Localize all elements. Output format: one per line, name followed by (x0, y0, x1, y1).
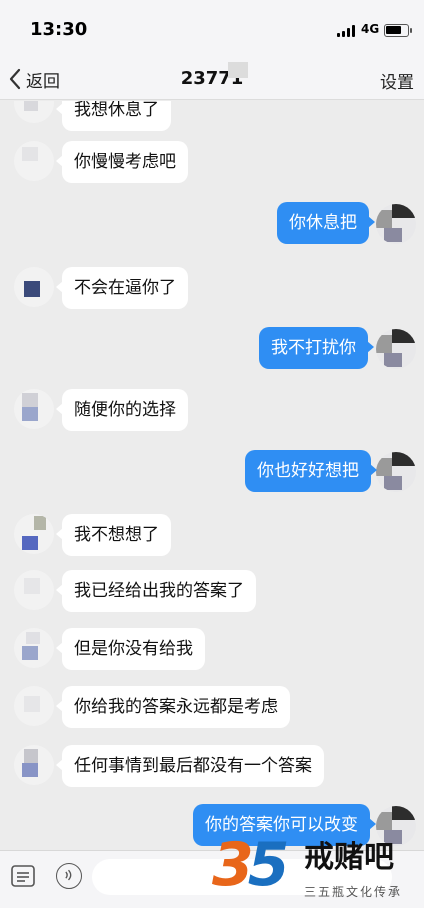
incoming-message[interactable]: 你慢慢考虑吧 (56, 141, 188, 183)
watermark-tagline: 三五瓶文化传承 (304, 885, 403, 899)
message-row: 你慢慢考虑吧 (0, 141, 424, 187)
message-row: 你也好好想把 (0, 450, 424, 496)
avatar-mosaic (24, 281, 40, 297)
contact-avatar[interactable] (14, 514, 54, 554)
contact-avatar[interactable] (14, 628, 54, 668)
incoming-message[interactable]: 随便你的选择 (56, 389, 188, 431)
avatar-mosaic (24, 101, 38, 111)
message-row: 不会在逼你了 (0, 267, 424, 313)
avatar-mosaic (376, 812, 392, 830)
voice-icon[interactable] (56, 863, 82, 889)
message-row: 我不想想了 (0, 514, 424, 560)
outgoing-message[interactable]: 你休息把 (277, 202, 375, 244)
contact-avatar[interactable] (14, 745, 54, 785)
avatar-mosaic (384, 353, 402, 367)
contact-avatar[interactable] (14, 267, 54, 307)
contact-avatar[interactable] (14, 570, 54, 610)
watermark-digit-5: 5 (247, 830, 290, 900)
network-type: 4G (361, 22, 380, 36)
my-avatar[interactable] (376, 204, 416, 244)
message-row: 任何事情到最后都没有一个答案 (0, 745, 424, 791)
status-time: 13:30 (30, 19, 88, 40)
avatar-mosaic (22, 646, 38, 660)
incoming-message[interactable]: 你给我的答案永远都是考虑 (56, 686, 290, 728)
watermark-number: 35 (212, 830, 290, 900)
contact-avatar[interactable] (14, 141, 54, 181)
incoming-message[interactable]: 不会在逼你了 (56, 267, 188, 309)
contact-avatar[interactable] (14, 686, 54, 726)
message-row: 你休息把 (0, 202, 424, 248)
settings-button[interactable]: 设置 (380, 68, 414, 93)
avatar-mosaic (24, 749, 38, 763)
incoming-message[interactable]: 任何事情到最后都没有一个答案 (56, 745, 324, 787)
nav-bar: 返回 23771 设置 (0, 58, 424, 100)
keyboard-icon[interactable] (10, 863, 36, 889)
message-row: 我不打扰你 (0, 327, 424, 373)
message-row: 但是你没有给我 (0, 628, 424, 674)
my-avatar[interactable] (376, 452, 416, 492)
watermark-name: 戒赌吧 (304, 840, 394, 875)
status-bar: 13:30 4G (0, 0, 424, 58)
chat-title: 23771 (180, 68, 244, 89)
avatar-mosaic (22, 393, 38, 407)
avatar-mosaic (24, 578, 40, 594)
message-row: 你给我的答案永远都是考虑 (0, 686, 424, 732)
avatar-mosaic (22, 763, 38, 777)
chat-area[interactable]: 我想休息了你慢慢考虑吧你休息把不会在逼你了我不打扰你随便你的选择你也好好想把我不… (0, 101, 424, 850)
avatar-mosaic (392, 452, 416, 466)
battery-icon (384, 24, 412, 37)
incoming-message[interactable]: 我已经给出我的答案了 (56, 570, 256, 612)
watermark-digit-3: 3 (212, 830, 254, 900)
contact-avatar[interactable] (14, 389, 54, 429)
incoming-message[interactable]: 我不想想了 (56, 514, 171, 556)
avatar-mosaic (392, 329, 416, 343)
avatar-mosaic (24, 696, 40, 712)
message-row: 随便你的选择 (0, 389, 424, 435)
avatar-mosaic (384, 228, 402, 242)
avatar-mosaic (22, 407, 38, 421)
avatar-mosaic (34, 516, 46, 530)
avatar-mosaic (22, 147, 38, 161)
avatar-mosaic (392, 204, 416, 218)
avatar-mosaic (376, 335, 392, 353)
incoming-message[interactable]: 我想休息了 (56, 101, 171, 131)
avatar-mosaic (26, 632, 40, 644)
my-avatar[interactable] (376, 329, 416, 369)
battery-level (386, 26, 401, 34)
message-row: 我想休息了 (0, 101, 424, 135)
outgoing-message[interactable]: 你也好好想把 (245, 450, 377, 492)
contact-avatar[interactable] (14, 101, 54, 123)
avatar-mosaic (22, 536, 38, 550)
avatar-mosaic (392, 806, 416, 820)
watermark-logo: 35 戒赌吧 三五瓶文化传承 (212, 833, 424, 908)
incoming-message[interactable]: 但是你没有给我 (56, 628, 205, 670)
avatar-mosaic (376, 458, 392, 476)
outgoing-message[interactable]: 我不打扰你 (259, 327, 374, 369)
title-redaction (228, 62, 248, 78)
avatar-mosaic (384, 476, 402, 490)
avatar-mosaic (376, 210, 392, 228)
message-row: 我已经给出我的答案了 (0, 570, 424, 616)
signal-icon (337, 25, 357, 37)
